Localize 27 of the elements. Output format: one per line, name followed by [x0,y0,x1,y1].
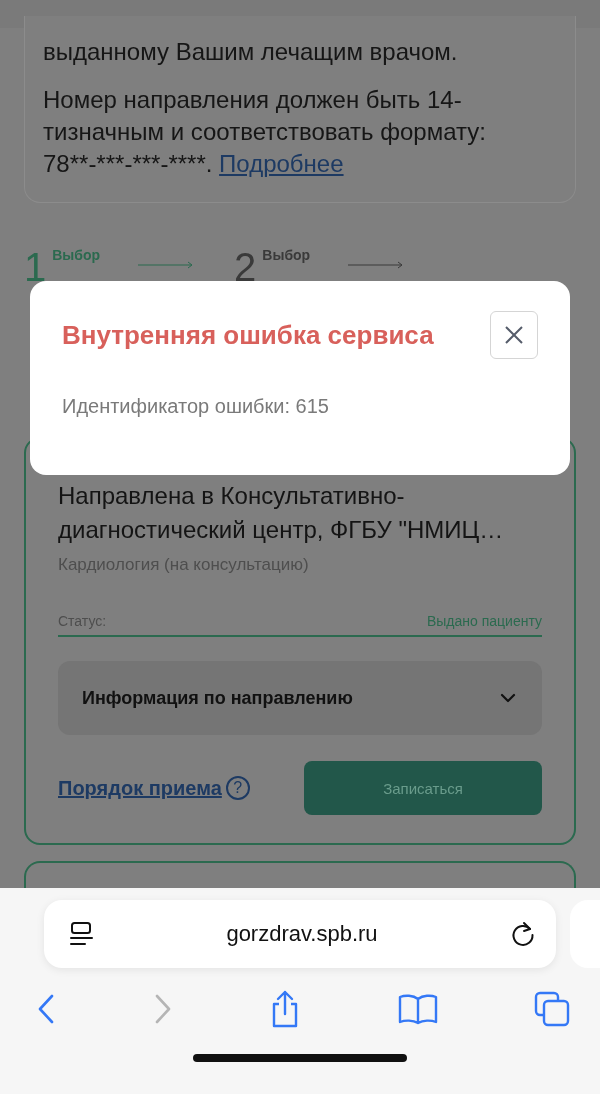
step-number: 2 [234,247,257,287]
close-icon[interactable] [503,324,525,346]
arrow-icon [348,261,405,269]
book-icon[interactable] [397,993,438,1025]
status-value: Выдано пациенту [426,613,542,629]
back-icon[interactable] [36,993,56,1025]
arrow-icon [138,261,195,269]
chevron-icon[interactable] [500,693,516,703]
info-text: выданному Вашим лечащим врачом. [43,37,459,67]
address-bar[interactable]: gorzdrav.spb.ru [44,900,556,968]
help-icon[interactable]: ? [225,776,250,800]
book-button[interactable]: Записаться [304,761,542,815]
step-label: Выбор [262,247,311,263]
dialog-title: Внутренняя ошибка сервиса [62,319,434,351]
more-link[interactable]: Подробнее [219,150,344,177]
info-paragraph: Номер направления должен быть 14-тизначным и соответствовать формату: 78**-***-***-****. Подробнее [43,85,487,179]
reader-icon[interactable] [70,921,94,947]
info-accordion[interactable]: Информация по направлению [58,661,542,735]
tabs-icon[interactable] [534,991,570,1027]
close-button[interactable] [490,311,538,359]
reload-icon[interactable] [510,921,536,947]
step-number: 1 [24,247,47,287]
referral-title: Направлена в Консультативно-диагностический центр, ФГБУ "НМИЦ… [58,481,505,545]
dialog-message: Идентификатор ошибки: 615 [62,395,330,418]
url-text: gorzdrav.spb.ru [226,921,378,947]
rules-link[interactable]: Порядок приема [58,776,222,800]
step-label: Выбор [52,247,101,263]
